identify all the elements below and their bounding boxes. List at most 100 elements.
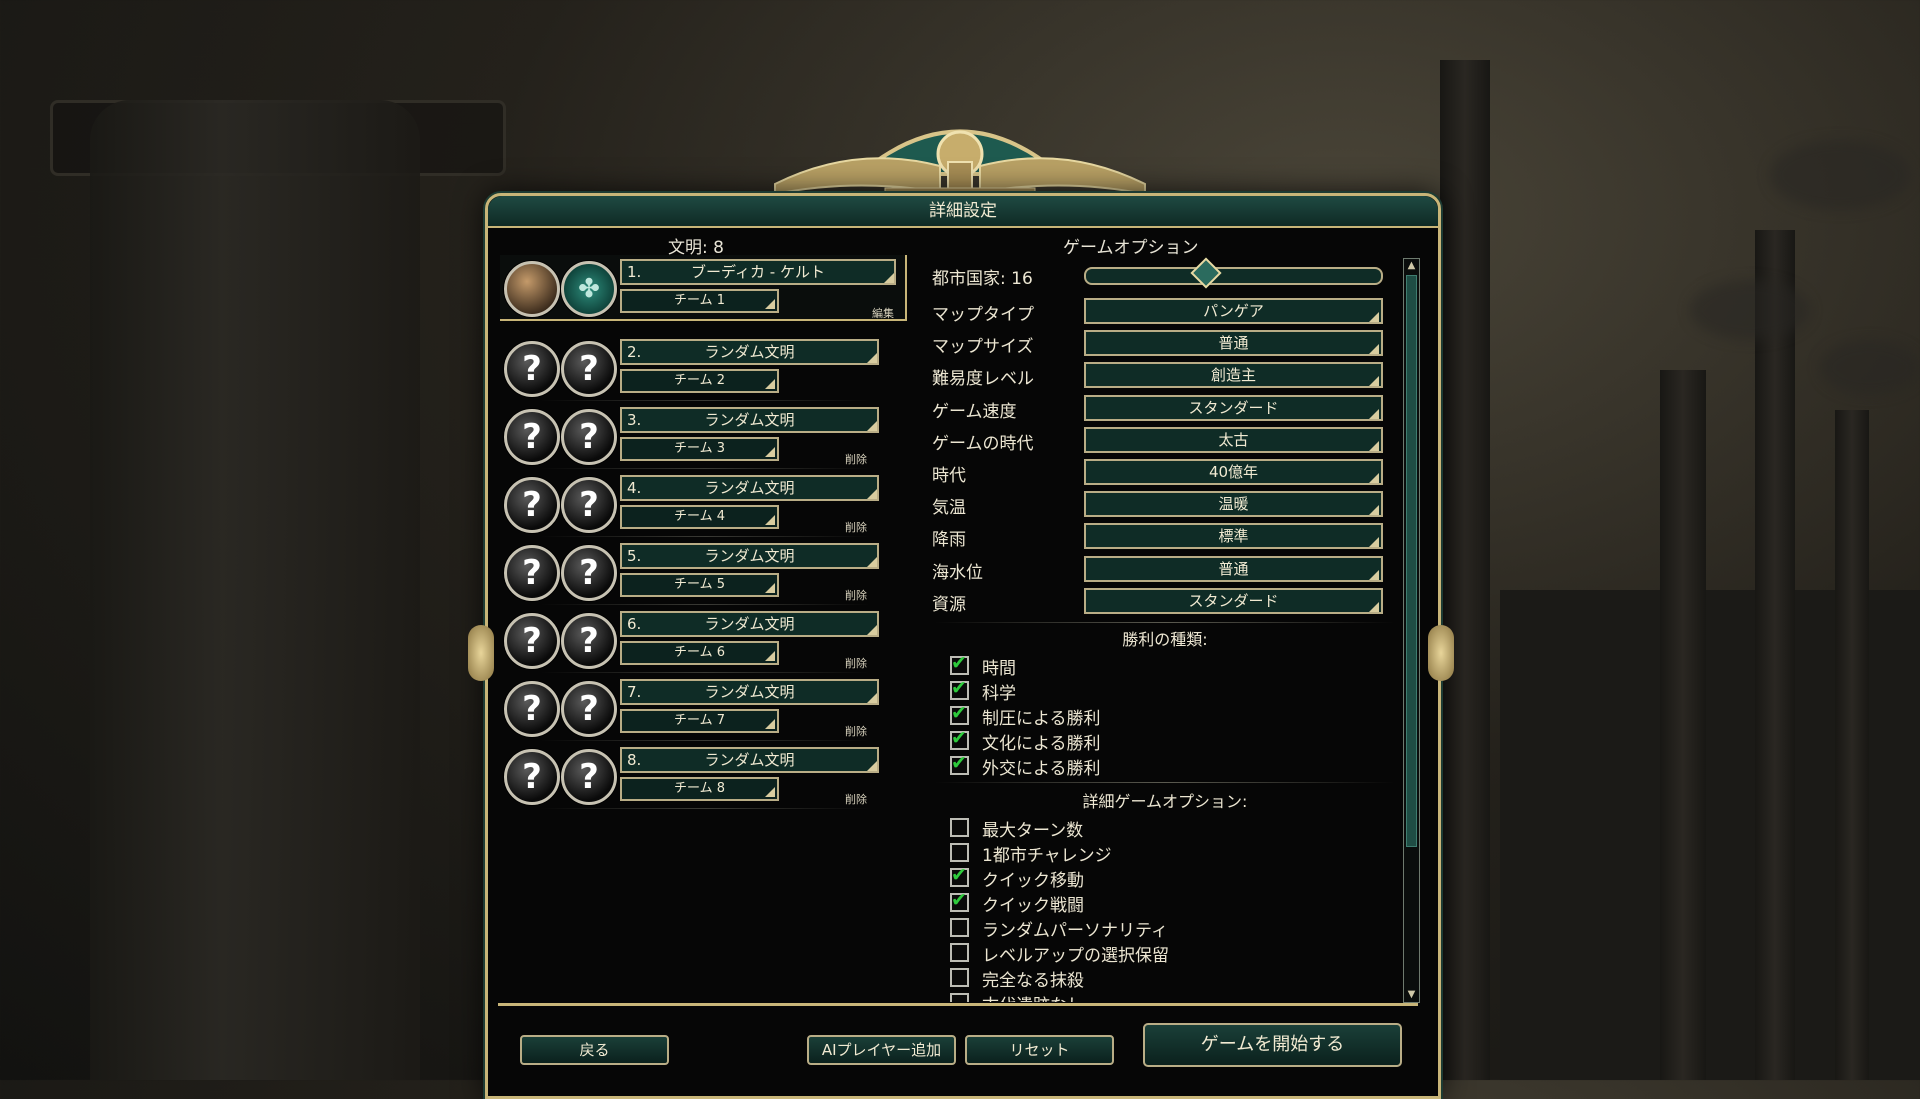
checkbox-label: 制圧による勝利 [982,709,1101,729]
dropdown-corner-icon [765,583,775,593]
winged-crest-ornament [774,129,1146,199]
row-divider [540,400,870,401]
random-leader-icon[interactable]: ? [504,545,560,601]
delete-link[interactable]: 削除 [845,519,867,535]
scroll-up-icon[interactable]: ▲ [1405,260,1418,272]
player-number: 3. [627,411,642,429]
checkbox-label: 外交による勝利 [982,759,1101,779]
civ-select[interactable]: ランダム文明 7. [620,679,879,705]
start-game-button[interactable]: ゲームを開始する [1143,1023,1402,1067]
player-row[interactable]: ?? ランダム文明 7. チーム 7 削除 [500,675,915,741]
player-row[interactable]: ?? ランダム文明 6. チーム 6 削除 [500,607,915,673]
random-civ-icon[interactable]: ? [561,409,617,465]
random-leader-icon[interactable]: ? [504,749,560,805]
smoke-cloud [1690,280,1810,340]
checkbox-checked-icon[interactable] [950,727,969,750]
checkbox-checked-icon[interactable] [950,752,969,775]
advanced-options-title: 詳細ゲームオプション: [1082,792,1248,811]
smokestack [1440,60,1490,1080]
civ-select[interactable]: ブーディカ - ケルト 1. [620,259,896,285]
team-select[interactable]: チーム 2 [620,369,779,393]
random-civ-icon[interactable]: ? [561,545,617,601]
reset-button[interactable]: リセット [965,1035,1114,1065]
dropdown-corner-icon [765,515,775,525]
option-label: 気温 [932,498,966,519]
dropdown-corner-icon [1369,376,1379,387]
civ-select[interactable]: ランダム文明 8. [620,747,879,773]
player-row[interactable]: ?? ランダム文明 5. チーム 5 削除 [500,539,915,605]
random-civ-icon[interactable]: ? [561,749,617,805]
smoke-cloud [1770,140,1910,210]
add-ai-player-button[interactable]: AIプレイヤー追加 [807,1035,956,1065]
civ-select[interactable]: ランダム文明 2. [620,339,879,365]
right-ornament-knob [1428,625,1454,681]
option-dropdown[interactable]: 創造主 [1084,362,1383,389]
dropdown-corner-icon [867,421,877,431]
random-civ-icon[interactable]: ? [561,477,617,533]
team-select[interactable]: チーム 5 [620,573,779,597]
delete-link[interactable]: 削除 [845,791,867,807]
player-row[interactable]: ?? ランダム文明 3. チーム 3 削除 [500,403,915,469]
civ-select[interactable]: ランダム文明 4. [620,475,879,501]
option-dropdown[interactable]: 温暖 [1084,491,1383,518]
team-select[interactable]: チーム 8 [620,777,779,801]
player-number: 7. [627,683,642,701]
civ-select[interactable]: ランダム文明 6. [620,611,879,637]
dropdown-corner-icon [765,787,775,797]
team-select[interactable]: チーム 6 [620,641,779,665]
civ-name: ランダム文明 [704,683,795,701]
dropdown-corner-icon [867,625,877,635]
random-leader-icon[interactable]: ? [504,681,560,737]
dropdown-corner-icon [765,379,775,389]
checkbox-label: 文化による勝利 [982,734,1101,754]
team-select[interactable]: チーム 3 [620,437,779,461]
random-leader-icon[interactable]: ? [504,341,560,397]
dropdown-corner-icon [765,719,775,729]
player-row[interactable]: ?? ランダム文明 4. チーム 4 削除 [500,471,915,537]
option-dropdown[interactable]: スタンダード [1084,587,1383,614]
option-dropdown[interactable]: パンゲア [1084,298,1383,324]
option-dropdown[interactable]: 普通 [1084,555,1383,582]
random-leader-icon[interactable]: ? [504,477,560,533]
civ-select[interactable]: ランダム文明 3. [620,407,879,433]
option-label: ゲーム速度 [932,401,1017,422]
random-civ-icon[interactable]: ? [561,681,617,737]
delete-link[interactable]: 削除 [845,451,867,467]
options-scrollbar[interactable]: ▲ ▼ [1403,258,1420,1003]
team-select[interactable]: チーム 4 [620,505,779,529]
scroll-thumb[interactable] [1406,275,1417,847]
back-button[interactable]: 戻る [520,1035,669,1065]
option-dropdown[interactable]: 太古 [1084,426,1383,453]
random-leader-icon[interactable]: ? [504,613,560,669]
scroll-down-icon[interactable]: ▼ [1405,989,1418,1001]
random-civ-icon[interactable]: ? [561,613,617,669]
checkbox-checked-icon[interactable] [950,702,969,725]
edit-link[interactable]: 編集 [872,305,894,321]
option-dropdown[interactable]: 普通 [1084,330,1383,357]
row-divider [540,740,870,741]
random-civ-icon[interactable]: ? [561,341,617,397]
player-number: 8. [627,751,642,769]
delete-link[interactable]: 削除 [845,723,867,739]
delete-link[interactable]: 削除 [845,655,867,671]
checkbox-checked-icon[interactable] [950,677,969,700]
dropdown-corner-icon [867,557,877,567]
delete-link[interactable]: 削除 [845,587,867,603]
leader-portrait[interactable] [504,261,560,317]
celtic-civ-icon[interactable]: ✤ [561,261,617,317]
option-dropdown[interactable]: スタンダード [1084,394,1383,421]
checkbox-checked-icon[interactable] [950,652,969,675]
checkbox-label: 科学 [982,684,1016,704]
option-dropdown[interactable]: 標準 [1084,523,1383,550]
civ-select[interactable]: ランダム文明 5. [620,543,879,569]
game-options-title: ゲームオプション [1063,238,1199,258]
team-select[interactable]: チーム 7 [620,709,779,733]
option-dropdown[interactable]: 40億年 [1084,459,1383,485]
player-row[interactable]: ?? ランダム文明 2. チーム 2 [500,335,915,401]
city-states-slider[interactable] [1084,257,1383,289]
player-row[interactable]: ?? ランダム文明 8. チーム 8 削除 [500,743,915,809]
dropdown-corner-icon [867,761,877,771]
player-row[interactable]: ✤ ブーディカ - ケルト 1. チーム 1 編集 [500,255,907,321]
team-select[interactable]: チーム 1 [620,289,779,313]
random-leader-icon[interactable]: ? [504,409,560,465]
